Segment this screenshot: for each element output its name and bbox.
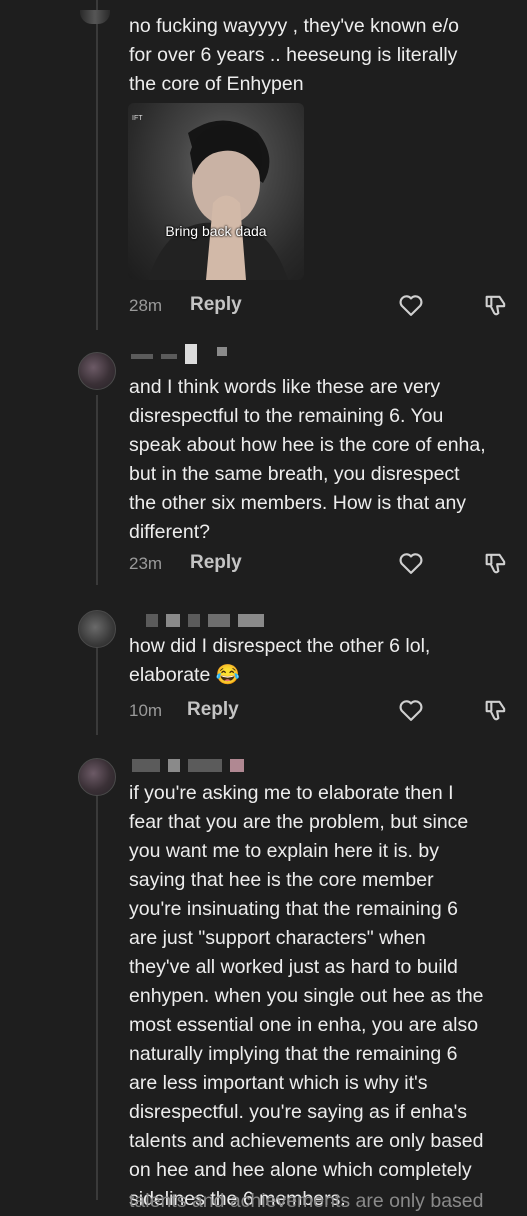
comment-text: if you're asking me to elaborate then I … <box>129 782 484 1210</box>
reply-button[interactable]: Reply <box>190 552 242 574</box>
avatar[interactable] <box>78 758 116 796</box>
comment-actions: 28m Reply <box>129 291 519 321</box>
username-redacted[interactable] <box>132 758 244 772</box>
thumbs-down-outline-icon[interactable] <box>482 291 510 319</box>
comment-text: and I think words like these are very di… <box>129 376 486 543</box>
reply-button[interactable]: Reply <box>187 699 239 721</box>
thread-line <box>96 395 98 585</box>
image-caption: Bring back dada <box>165 223 267 239</box>
thumbs-down-outline-icon[interactable] <box>482 549 510 577</box>
avatar[interactable] <box>80 10 110 24</box>
timestamp: 23m <box>129 554 163 573</box>
timestamp: 10m <box>129 701 163 720</box>
comment-actions: 10m Reply <box>129 696 519 726</box>
comment-text-overflow: talents and achievements are only based <box>129 1190 484 1212</box>
image-tag: IFT <box>132 115 143 122</box>
thread-line <box>96 0 98 330</box>
username-redacted[interactable] <box>146 613 264 627</box>
comment-text: no fucking wayyyy , they've known e/o fo… <box>129 15 459 95</box>
heart-outline-icon[interactable] <box>397 549 425 577</box>
avatar[interactable] <box>78 352 116 390</box>
avatar[interactable] <box>78 610 116 648</box>
thumbs-down-outline-icon[interactable] <box>482 696 510 724</box>
comment-image[interactable]: IFT Bring back dada <box>128 103 304 280</box>
heart-outline-icon[interactable] <box>397 696 425 724</box>
comment-actions: 23m Reply <box>129 549 519 579</box>
heart-outline-icon[interactable] <box>397 291 425 319</box>
username-redacted[interactable] <box>131 344 227 364</box>
thread-line <box>96 795 98 1200</box>
reply-button[interactable]: Reply <box>190 294 242 316</box>
thread-line <box>96 640 98 735</box>
timestamp: 28m <box>129 296 163 315</box>
photo-figure <box>148 120 288 280</box>
comment-text: how did I disrespect the other 6 lol, el… <box>129 635 431 686</box>
